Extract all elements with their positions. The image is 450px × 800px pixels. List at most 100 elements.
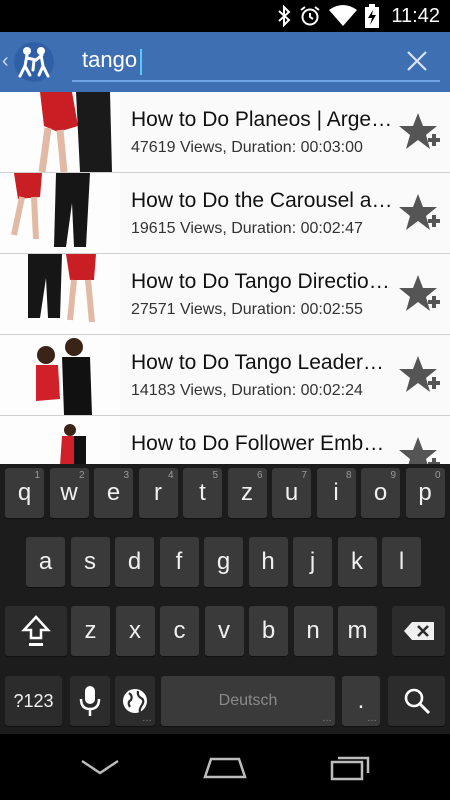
key-k[interactable]: k [337, 537, 377, 587]
key-l[interactable]: l [382, 537, 421, 587]
dancing-couple-logo-icon[interactable] [12, 40, 56, 84]
key-z[interactable]: z6 [227, 468, 267, 518]
globe-icon [123, 689, 147, 713]
key-e[interactable]: e3 [94, 468, 133, 518]
language-key[interactable]: … [115, 676, 155, 726]
add-favorite-button[interactable] [398, 110, 442, 154]
key-label: j [309, 548, 316, 575]
alarm-icon [300, 6, 321, 26]
key-hint-dots: … [322, 713, 332, 724]
key-g[interactable]: g [204, 537, 243, 587]
key-label: m [347, 617, 368, 644]
list-item[interactable]: How to Do the Carousel a… 19615 Views, D… [0, 173, 450, 254]
video-thumbnail[interactable] [0, 254, 120, 334]
search-field[interactable] [72, 42, 440, 82]
video-meta: 14183 Views, Duration: 00:02:24 [131, 382, 363, 399]
voice-input-key[interactable] [70, 676, 110, 726]
key-b[interactable]: b [249, 606, 288, 656]
list-item[interactable]: How to Do Planeos | Arge… 47619 Views, D… [0, 92, 450, 173]
key-label: o [373, 479, 388, 506]
key-c[interactable]: c [160, 606, 199, 656]
recent-apps-icon [330, 756, 370, 781]
key-hint-dots: … [367, 713, 377, 724]
up-navigation-icon[interactable]: ‹ [2, 50, 9, 73]
recent-apps-button[interactable] [320, 750, 380, 784]
key-label: r [154, 479, 162, 506]
symbols-key[interactable]: ?123 [5, 676, 62, 726]
video-title: How to Do Tango Directio… [131, 270, 390, 293]
key-d[interactable]: d [115, 537, 154, 587]
list-item[interactable]: How to Do Tango Leader… 14183 Views, Dur… [0, 335, 450, 416]
key-j[interactable]: j [293, 537, 332, 587]
key-hint-number: 3 [123, 470, 129, 481]
key-q[interactable]: q1 [5, 468, 44, 518]
key-hint-number: 5 [212, 470, 218, 481]
key-u[interactable]: u7 [272, 468, 311, 518]
key-a[interactable]: a [26, 537, 65, 587]
key-label: g [216, 548, 231, 575]
video-thumbnail[interactable] [0, 92, 120, 172]
status-time: 11:42 [391, 4, 440, 27]
video-title: How to Do Planeos | Arge… [131, 108, 393, 131]
list-item[interactable]: How to Do Follower Emb… [0, 416, 450, 464]
close-icon [407, 51, 427, 71]
video-thumbnail[interactable] [0, 173, 120, 253]
shift-icon [21, 615, 51, 646]
key-label: i [333, 479, 339, 506]
key-hint-number: 6 [256, 470, 263, 481]
key-m[interactable]: m [338, 606, 377, 656]
bluetooth-icon [278, 5, 291, 27]
key-hint-dots: … [142, 713, 152, 724]
key-label: q [17, 479, 32, 506]
search-icon [404, 688, 430, 715]
star-add-icon [399, 113, 440, 149]
add-favorite-button[interactable] [398, 434, 442, 464]
key-r[interactable]: r4 [138, 468, 178, 518]
period-key[interactable]: . … [342, 676, 380, 726]
add-favorite-button[interactable] [398, 191, 442, 235]
search-input[interactable] [72, 42, 382, 78]
key-h[interactable]: h [248, 537, 288, 587]
add-favorite-button[interactable] [398, 272, 442, 316]
key-n[interactable]: n [293, 606, 333, 656]
key-label: w [60, 479, 78, 506]
key-x[interactable]: x [115, 606, 155, 656]
key-hint-number: 0 [434, 470, 441, 481]
key-label: e [106, 479, 121, 506]
key-label: c [173, 617, 186, 644]
key-f[interactable]: f [159, 537, 199, 587]
backspace-key[interactable] [392, 606, 445, 656]
key-label: f [175, 548, 183, 575]
home-icon [203, 757, 247, 779]
key-hint-number: 8 [345, 470, 352, 481]
key-z[interactable]: z [71, 606, 110, 656]
key-label: u [284, 479, 299, 506]
wifi-icon [329, 5, 358, 26]
back-button[interactable] [70, 750, 130, 784]
video-thumbnail[interactable] [0, 335, 120, 415]
key-o[interactable]: o9 [361, 468, 400, 518]
key-label: z [84, 617, 97, 644]
star-add-icon [399, 356, 440, 392]
video-thumbnail[interactable] [0, 416, 120, 464]
key-s[interactable]: s [70, 537, 110, 587]
text-cursor [140, 49, 142, 75]
key-i[interactable]: i8 [316, 468, 356, 518]
key-label: k [351, 548, 363, 575]
chevron-down-icon [81, 759, 119, 775]
space-key[interactable]: Deutsch … [161, 676, 335, 726]
add-favorite-button[interactable] [398, 353, 442, 397]
key-v[interactable]: v [204, 606, 244, 656]
search-key[interactable] [388, 676, 445, 726]
list-item[interactable]: How to Do Tango Directio… 27571 Views, D… [0, 254, 450, 335]
key-t[interactable]: t5 [183, 468, 222, 518]
shift-key[interactable] [5, 606, 67, 656]
home-button[interactable] [195, 750, 255, 784]
status-bar: 11:42 [0, 0, 450, 32]
key-hint-number: 7 [301, 470, 307, 481]
clear-search-button[interactable] [400, 44, 434, 78]
search-results-list: How to Do Planeos | Arge… 47619 Views, D… [0, 92, 450, 464]
key-w[interactable]: w2 [49, 468, 89, 518]
key-p[interactable]: p0 [405, 468, 445, 518]
star-add-icon [399, 194, 440, 230]
